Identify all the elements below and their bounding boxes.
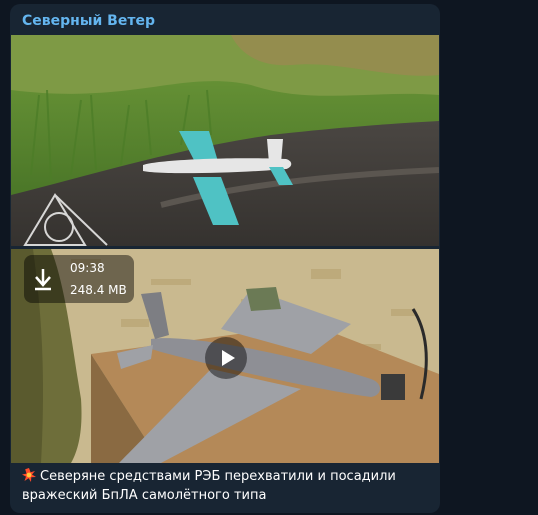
play-button[interactable] — [205, 337, 247, 379]
play-icon — [222, 350, 235, 366]
post-caption: Северяне средствами РЭБ перехватили и по… — [22, 467, 432, 505]
video-player[interactable]: 09:38 248.4 MB — [11, 249, 439, 463]
video-file-size: 248.4 MB — [70, 283, 127, 297]
message-bubble[interactable]: Северный Ветер 09:38 248.4 MB Северяне с… — [10, 4, 440, 513]
drone-ground-image — [11, 35, 439, 246]
video-info-overlay: 09:38 248.4 MB — [24, 255, 134, 303]
collision-emoji-icon — [22, 468, 36, 482]
download-arrow-icon[interactable] — [32, 267, 54, 291]
channel-name[interactable]: Северный Ветер — [22, 13, 155, 29]
video-duration: 09:38 — [70, 261, 105, 275]
photo-drone-on-ground[interactable] — [11, 35, 439, 246]
caption-line-2: вражеский БпЛА самолётного типа — [22, 488, 267, 503]
caption-line-1: Северяне средствами РЭБ перехватили и по… — [40, 469, 396, 484]
